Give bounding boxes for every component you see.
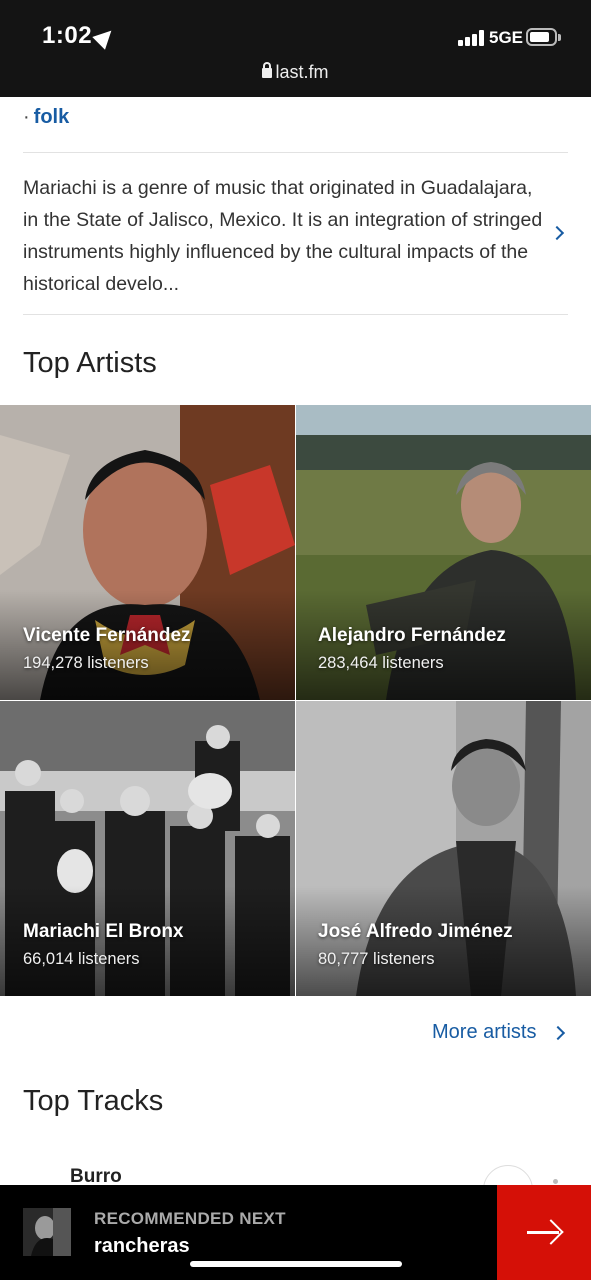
tag-link-folk[interactable]: folk (34, 106, 70, 128)
more-artists-link[interactable]: More artists (432, 1021, 536, 1044)
artist-listeners: 283,464 listeners (318, 654, 444, 672)
wiki-summary[interactable]: Mariachi is a genre of music that origin… (23, 172, 543, 300)
address-bar[interactable]: last.fm (0, 62, 591, 83)
more-options-icon[interactable] (553, 1179, 558, 1184)
divider (23, 152, 568, 153)
battery-icon (526, 28, 561, 46)
chevron-right-icon[interactable] (549, 225, 565, 241)
network-type: 5GE (489, 28, 524, 47)
artist-listeners: 194,278 listeners (23, 654, 149, 672)
arrow-right-icon (527, 1231, 559, 1234)
artist-tile[interactable]: Mariachi El Bronx 66,014 listeners (0, 701, 295, 996)
artist-name: Mariachi El Bronx (23, 921, 184, 942)
status-time: 1:02 (42, 22, 93, 49)
artist-name: José Alfredo Jiménez (318, 921, 513, 942)
artist-tile[interactable]: Alejandro Fernández 283,464 listeners (296, 405, 591, 700)
recommended-label: RECOMMENDED NEXT (94, 1209, 286, 1228)
url-text: last.fm (275, 62, 329, 82)
tag-separator: · (23, 106, 30, 128)
artist-grid: Vicente Fernández 194,278 listeners Alej… (0, 405, 591, 996)
recommended-tag: rancheras (94, 1235, 190, 1257)
cellular-signal-icon (458, 30, 486, 46)
tag-list: · folk (23, 106, 69, 129)
more-artists-label: More artists (432, 1021, 537, 1043)
artist-name: Vicente Fernández (23, 625, 191, 646)
chevron-right-icon[interactable] (550, 1025, 566, 1041)
top-artists-heading: Top Artists (23, 347, 157, 379)
artist-tile[interactable]: José Alfredo Jiménez 80,777 listeners (296, 701, 591, 996)
artist-listeners: 66,014 listeners (23, 950, 140, 968)
artist-tile[interactable]: Vicente Fernández 194,278 listeners (0, 405, 295, 700)
artist-listeners: 80,777 listeners (318, 950, 435, 968)
lock-icon (262, 62, 273, 78)
top-tracks-heading: Top Tracks (23, 1085, 164, 1117)
location-arrow-icon (92, 24, 118, 50)
home-indicator (190, 1261, 402, 1267)
recommended-thumbnail (23, 1208, 71, 1256)
status-bar: 1:02 5GE last.fm (0, 0, 591, 97)
divider (23, 314, 568, 315)
next-button[interactable] (497, 1185, 591, 1280)
artist-name: Alejandro Fernández (318, 625, 506, 646)
